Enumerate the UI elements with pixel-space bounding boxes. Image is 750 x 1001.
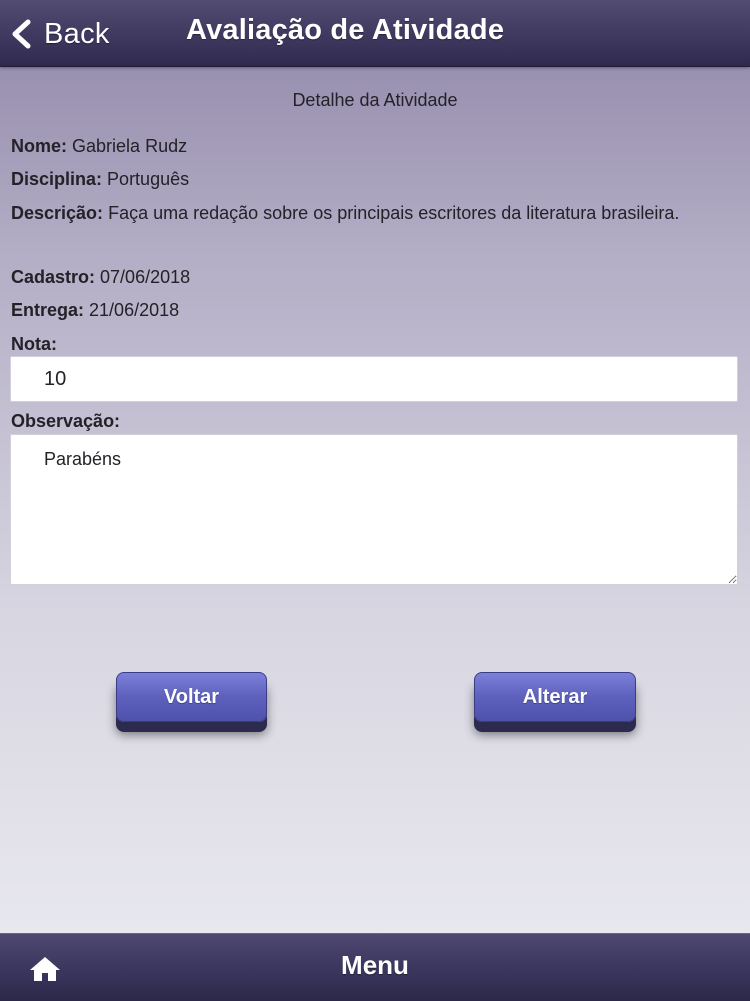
- detail-descricao: Descrição: Faça uma redação sobre os pri…: [11, 198, 731, 228]
- disciplina-value: Português: [107, 169, 190, 189]
- observacao-textarea[interactable]: Parabéns: [10, 434, 738, 585]
- alterar-button[interactable]: Alterar: [474, 672, 636, 722]
- section-title: Detalhe da Atividade: [292, 90, 458, 110]
- nome-value: Gabriela Rudz: [72, 136, 188, 156]
- page-title: Avaliação de Atividade: [186, 14, 505, 46]
- entrega-label: Entrega:: [11, 300, 85, 320]
- cadastro-value: 07/06/2018: [100, 267, 191, 287]
- menu-button[interactable]: Menu: [0, 950, 750, 981]
- nota-label: Nota:: [11, 334, 57, 354]
- nome-label: Nome:: [11, 136, 68, 156]
- detail-nome: Nome: Gabriela Rudz: [11, 131, 187, 161]
- disciplina-label: Disciplina:: [11, 169, 103, 189]
- nota-input[interactable]: [10, 356, 738, 402]
- detail-disciplina: Disciplina: Português: [11, 164, 189, 194]
- back-button[interactable]: Back: [10, 12, 110, 56]
- descricao-value: Faça uma redação sobre os principais esc…: [108, 203, 680, 223]
- detail-entrega: Entrega: 21/06/2018: [11, 295, 179, 325]
- chevron-left-icon: [10, 19, 32, 49]
- header-bar: Back Avaliação de Atividade: [0, 0, 750, 67]
- detail-cadastro: Cadastro: 07/06/2018: [11, 262, 190, 292]
- footer-bar: Menu: [0, 933, 750, 1001]
- voltar-button[interactable]: Voltar: [116, 672, 267, 722]
- cadastro-label: Cadastro:: [11, 267, 96, 287]
- back-label: Back: [44, 17, 110, 50]
- entrega-value: 21/06/2018: [89, 300, 180, 320]
- observacao-label: Observação:: [11, 411, 121, 431]
- descricao-label: Descrição:: [11, 203, 104, 223]
